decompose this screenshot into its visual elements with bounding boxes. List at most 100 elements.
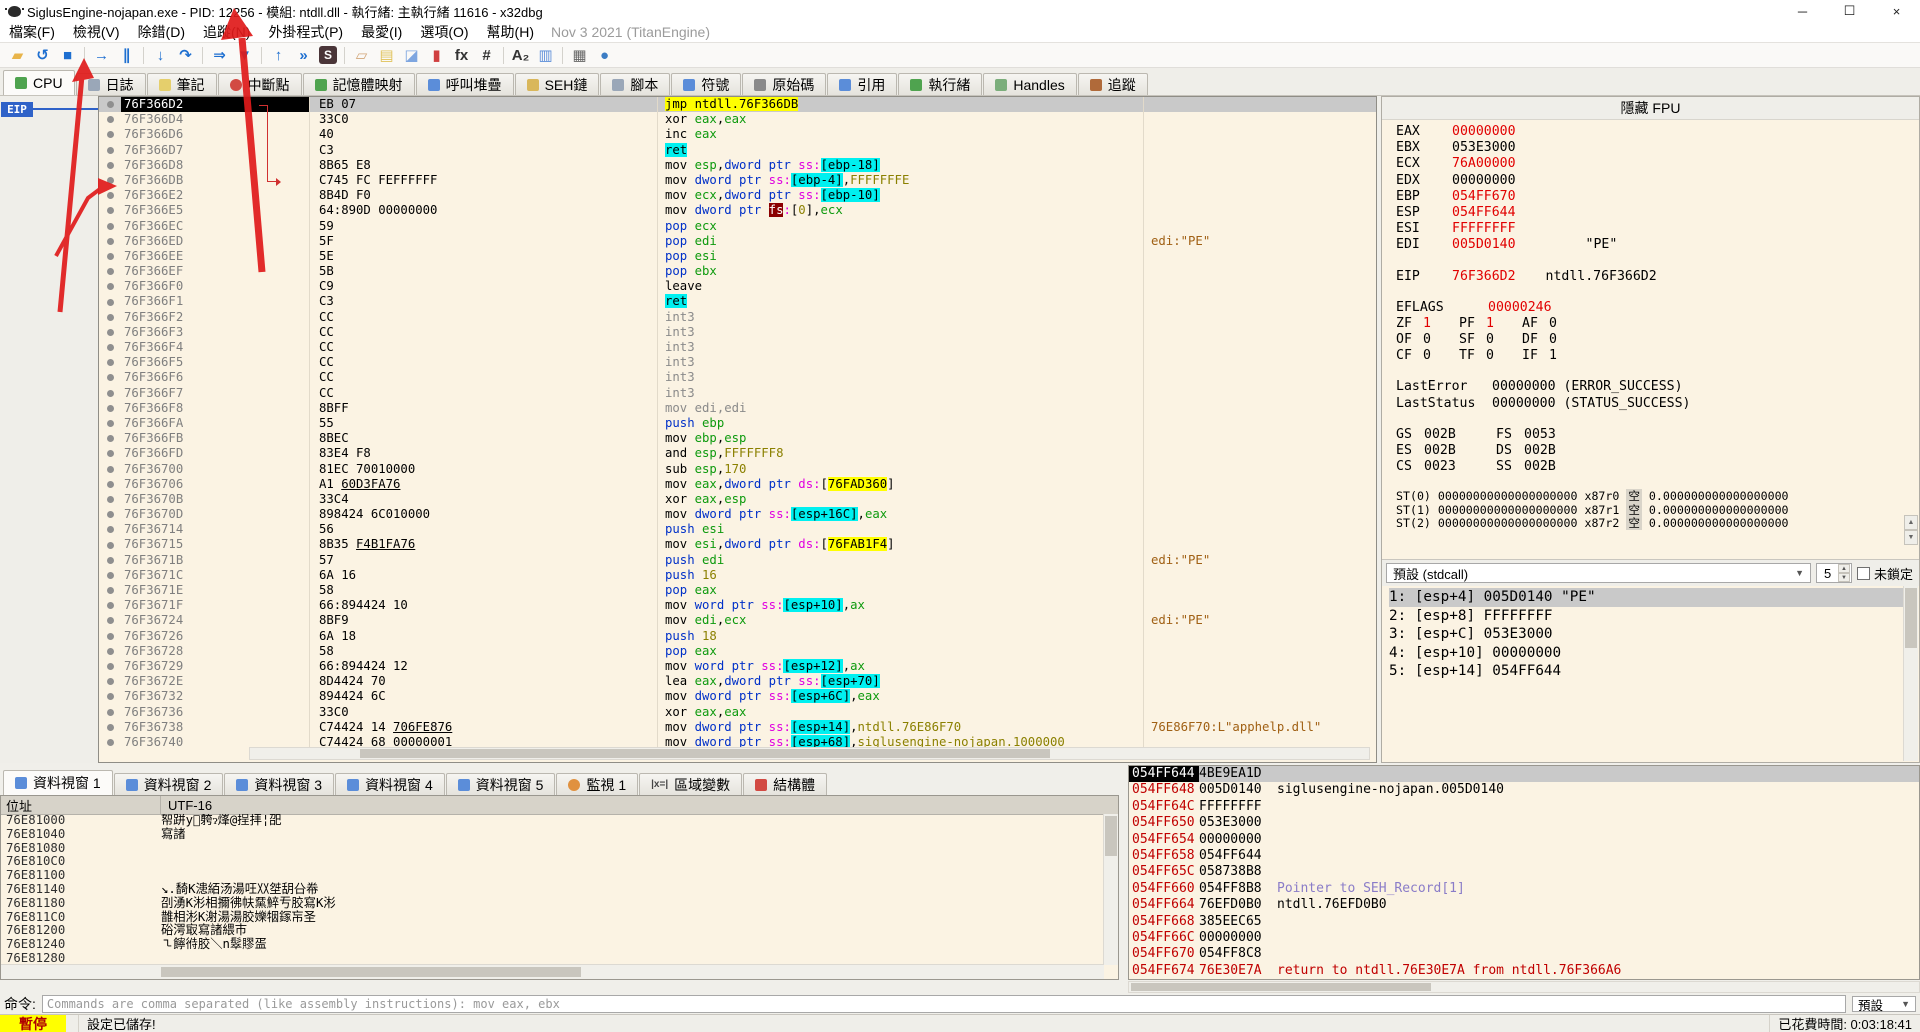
patch-icon[interactable]: ▱ (349, 45, 374, 66)
breakpoint-gutter[interactable] (99, 264, 121, 279)
tab-notes[interactable]: 筆記 (147, 73, 217, 95)
disasm-row[interactable]: 76F3671B57push ediedi:"PE" (99, 553, 1376, 568)
breakpoint-gutter[interactable] (99, 310, 121, 325)
tab-breakpoints[interactable]: 中斷點 (218, 73, 302, 95)
tab-symbols[interactable]: 符號 (671, 73, 741, 95)
step-out-icon[interactable]: ▼ (232, 45, 257, 66)
register-row[interactable]: ESIFFFFFFFF (1396, 221, 1919, 237)
stack-row[interactable]: 054FF64CFFFFFFFF (1129, 799, 1919, 815)
tab-dump-2[interactable]: 資料視窗 2 (114, 773, 224, 795)
comment-icon[interactable]: ▤ (374, 45, 399, 66)
breakpoint-gutter[interactable] (99, 158, 121, 173)
restart-icon[interactable]: ↺ (30, 45, 55, 66)
stack-row[interactable]: 054FF66476EFD0B0ntdll.76EFD0B0 (1129, 897, 1919, 913)
argument-row[interactable]: 4: [esp+10] 00000000 (1389, 644, 1904, 663)
disasm-row[interactable]: 76F366EC59pop ecx (99, 219, 1376, 234)
disasm-row[interactable]: 76F366ED5Fpop ediedi:"PE" (99, 234, 1376, 249)
breakpoint-gutter[interactable] (99, 462, 121, 477)
breakpoint-gutter[interactable] (99, 416, 121, 431)
tab-log[interactable]: 日誌 (76, 73, 146, 95)
breakpoint-gutter[interactable] (99, 629, 121, 644)
disasm-row[interactable]: 76F366FA55push ebp (99, 416, 1376, 431)
disasm-row[interactable]: 76F3670B33C4xor eax,esp (99, 492, 1376, 507)
breakpoint-gutter[interactable] (99, 370, 121, 385)
disasm-row[interactable]: 76F366FB8BECmov ebp,esp (99, 431, 1376, 446)
highlight-az-icon[interactable]: A₂ (508, 45, 533, 66)
disasm-row[interactable]: 76F3671E58pop eax (99, 583, 1376, 598)
disasm-row[interactable]: 76F366F0C9leave (99, 279, 1376, 294)
command-preset-select[interactable]: 預設 ▼ (1852, 996, 1916, 1012)
breakpoint-gutter[interactable] (99, 644, 121, 659)
stack-row[interactable]: 054FF670054FF8C8 (1129, 946, 1919, 962)
disasm-row[interactable]: 76F366D640inc eax (99, 127, 1376, 142)
menu-item-favourites[interactable]: 最愛(I) (352, 22, 411, 42)
register-row[interactable]: EDI005D0140"PE" (1396, 237, 1919, 253)
breakpoint-gutter[interactable] (99, 507, 121, 522)
breakpoint-gutter[interactable] (99, 112, 121, 127)
trace-record-icon[interactable]: ▥ (533, 45, 558, 66)
breakpoint-gutter[interactable] (99, 522, 121, 537)
minimize-button[interactable]: ─ (1779, 0, 1826, 22)
tab-handles[interactable]: Handles (983, 73, 1076, 95)
breakpoint-gutter[interactable] (99, 568, 121, 583)
execute-till-return-icon[interactable]: ↑ (266, 45, 291, 66)
menu-item-options[interactable]: 選項(O) (411, 22, 477, 42)
breakpoint-gutter[interactable] (99, 249, 121, 264)
menu-item-file[interactable]: 檔案(F) (0, 22, 64, 42)
disasm-row[interactable]: 76F366F2CCint3 (99, 310, 1376, 325)
disasm-row[interactable]: 76F3671C6A 16push 16 (99, 568, 1376, 583)
stack-row[interactable]: 054FF668385EEC65 (1129, 914, 1919, 930)
run-icon[interactable]: → (89, 45, 114, 66)
breakpoint-gutter[interactable] (99, 613, 121, 628)
calling-convention-select[interactable]: 預設 (stdcall) ▼ (1386, 563, 1811, 583)
menu-item-debug[interactable]: 除錯(D) (129, 22, 194, 42)
tab-memory-map[interactable]: 記憶體映射 (303, 73, 415, 95)
register-row[interactable]: EBX053E3000 (1396, 140, 1919, 156)
stop-icon[interactable]: ■ (55, 45, 80, 66)
breakpoint-gutter[interactable] (99, 705, 121, 720)
disassembly-view[interactable]: 76F366D2EB 07jmp ntdll.76F366DB76F366D43… (98, 96, 1377, 763)
dump-row[interactable]: 76E81040寫諸 (1, 828, 1104, 842)
register-list[interactable]: EAX00000000EBX053E3000ECX76A00000EDX0000… (1382, 119, 1919, 564)
breakpoint-gutter[interactable] (99, 355, 121, 370)
tab-seh-chain[interactable]: SEH鏈 (515, 73, 600, 95)
breakpoint-gutter[interactable] (99, 340, 121, 355)
disasm-row[interactable]: 76F366F4CCint3 (99, 340, 1376, 355)
disasm-row[interactable]: 76F366F7CCint3 (99, 386, 1376, 401)
stack-row[interactable]: 054FF6444BE9EA1D (1129, 766, 1919, 782)
breakpoint-gutter[interactable] (99, 735, 121, 750)
breakpoint-gutter[interactable] (99, 674, 121, 689)
stack-row[interactable]: 054FF66C00000000 (1129, 930, 1919, 946)
stack-row[interactable]: 054FF648005D0140siglusengine-nojapan.005… (1129, 782, 1919, 798)
label-icon[interactable]: ◪ (399, 45, 424, 66)
register-scrollbar[interactable]: ▲▼ (1904, 515, 1918, 545)
disasm-row[interactable]: 76F3672858pop eax (99, 644, 1376, 659)
tab-trace[interactable]: 追蹤 (1078, 73, 1148, 95)
argument-row[interactable]: 1: [esp+4] 005D0140 "PE" (1389, 588, 1904, 607)
hide-fpu-button[interactable]: 隱藏 FPU (1382, 97, 1919, 120)
scylla-icon[interactable]: S (319, 46, 337, 64)
breakpoint-gutter[interactable] (99, 97, 121, 112)
pause-icon[interactable]: ∥ (114, 45, 139, 66)
disasm-row[interactable]: 76F366F6CCint3 (99, 370, 1376, 385)
disasm-row[interactable]: 76F3673633C0xor eax,eax (99, 705, 1376, 720)
tab-dump-5[interactable]: 資料視窗 5 (446, 773, 556, 795)
stack-row[interactable]: 054FF65400000000 (1129, 832, 1919, 848)
tab-call-stack[interactable]: 呼叫堆疊 (416, 73, 514, 95)
tab-references[interactable]: 引用 (827, 73, 897, 95)
tab-dump-4[interactable]: 資料視窗 4 (335, 773, 445, 795)
breakpoint-gutter[interactable] (99, 325, 121, 340)
tab-cpu[interactable]: CPU (3, 70, 75, 95)
argument-count-stepper[interactable]: 5 ▲▼ (1816, 563, 1852, 583)
flags-row[interactable]: CF0TF0IF1 (1396, 348, 1919, 364)
breakpoint-gutter[interactable] (99, 720, 121, 735)
menu-item-view[interactable]: 檢視(V) (64, 22, 129, 42)
dump-vertical-scrollbar[interactable] (1103, 814, 1118, 965)
breakpoint-gutter[interactable] (99, 219, 121, 234)
disasm-row[interactable]: 76F3670081EC 70010000sub esp,170 (99, 462, 1376, 477)
breakpoint-gutter[interactable] (99, 386, 121, 401)
menu-item-help[interactable]: 幫助(H) (478, 22, 543, 42)
disasm-row[interactable]: 76F36732894424 6Cmov dword ptr ss:[esp+6… (99, 689, 1376, 704)
breakpoint-gutter[interactable] (99, 279, 121, 294)
disasm-row[interactable]: 76F367266A 18push 18 (99, 629, 1376, 644)
